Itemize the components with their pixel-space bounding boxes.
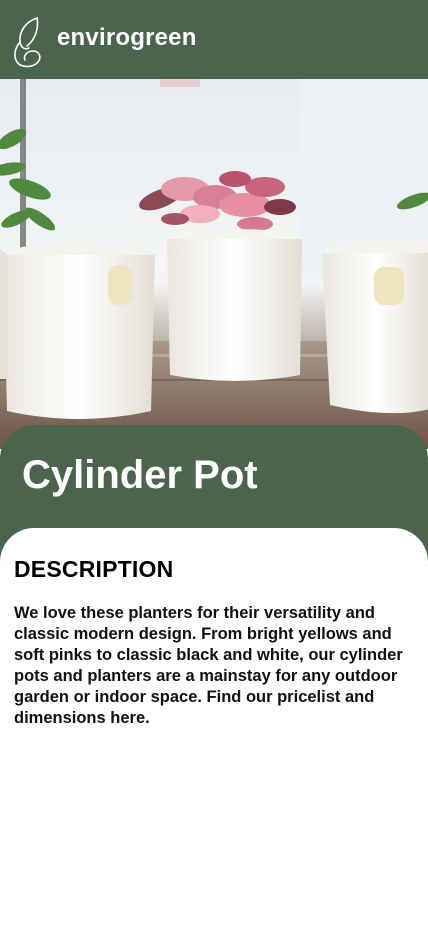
- description-text: We love these planters for their versati…: [14, 604, 403, 727]
- leaf-logo-icon[interactable]: [11, 14, 43, 70]
- product-title: Cylinder Pot: [22, 453, 258, 497]
- product-hero-image: [0, 79, 428, 449]
- description-section: DESCRIPTION We love these planters for t…: [0, 528, 428, 926]
- description-heading: DESCRIPTION: [14, 556, 174, 582]
- brand-name[interactable]: envirogreen: [57, 24, 197, 52]
- app-header: envirogreen: [0, 0, 428, 79]
